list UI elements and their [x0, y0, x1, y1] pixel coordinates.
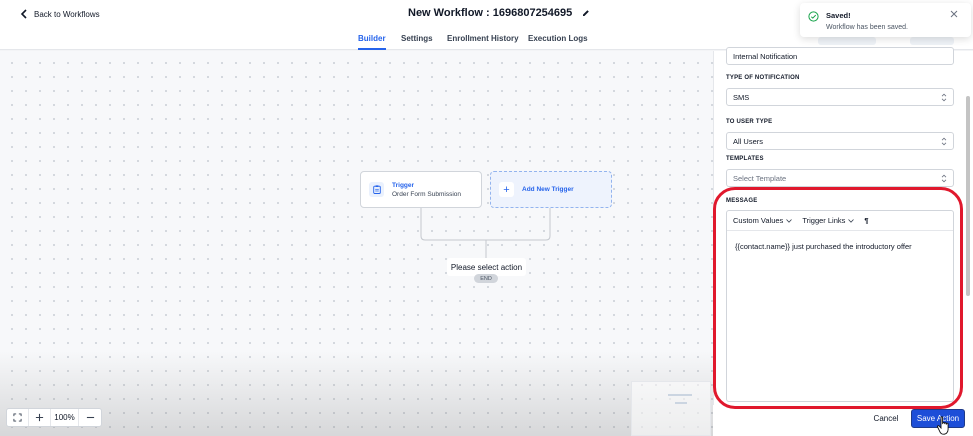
add-trigger-label: Add New Trigger [522, 186, 574, 193]
plus-icon: + [499, 182, 514, 197]
toast-title: Saved! [826, 11, 851, 20]
templates-label: TEMPLATES [726, 156, 764, 162]
custom-values-dropdown[interactable]: Custom Values [733, 216, 793, 225]
trigger-links-dropdown[interactable]: Trigger Links [802, 216, 855, 225]
fit-view-button[interactable] [7, 409, 29, 426]
workflow-canvas[interactable]: Trigger Order Form Submission + Add New … [0, 51, 713, 436]
trigger-links-label: Trigger Links [802, 216, 846, 225]
zoom-controls: 100% [6, 408, 102, 427]
tab-execution-logs[interactable]: Execution Logs [528, 34, 588, 48]
check-circle-icon [808, 11, 819, 22]
expand-icon [13, 413, 22, 422]
cancel-button[interactable]: Cancel [866, 410, 906, 427]
select-arrows-icon [941, 174, 947, 183]
back-to-workflows-link[interactable]: Back to Workflows [20, 9, 100, 19]
type-of-notification-value: SMS [733, 92, 750, 102]
message-editor[interactable]: Custom Values Trigger Links ¶ {{contact.… [726, 210, 954, 402]
plus-icon [35, 413, 44, 422]
zoom-level: 100% [51, 409, 79, 426]
zoom-in-button[interactable] [29, 409, 51, 426]
workflow-title-text: New Workflow : 1696807254695 [408, 7, 573, 19]
workflow-title: New Workflow : 1696807254695 [408, 7, 590, 19]
templates-placeholder: Select Template [733, 173, 787, 183]
saved-toast: Saved! Workflow has been saved. [800, 3, 971, 37]
pencil-edit-icon[interactable] [582, 9, 590, 17]
tab-builder[interactable]: Builder [358, 34, 386, 50]
faded-header-toggle [910, 37, 954, 45]
to-user-type-value: All Users [733, 136, 764, 146]
message-text[interactable]: {{contact.name}} just purchased the intr… [727, 231, 953, 262]
faded-header-control [818, 37, 876, 45]
hand-cursor-icon [937, 416, 949, 435]
paragraph-icon[interactable]: ¶ [864, 216, 868, 225]
message-toolbar: Custom Values Trigger Links ¶ [727, 211, 953, 231]
zoom-out-button[interactable] [79, 409, 101, 426]
canvas-overlay [0, 351, 713, 436]
toast-message: Workflow has been saved. [826, 24, 908, 31]
chevron-down-icon [786, 218, 793, 223]
to-user-type-label: TO USER TYPE [726, 119, 773, 125]
type-of-notification-label: TYPE OF NOTIFICATION [726, 75, 800, 81]
back-label: Back to Workflows [34, 9, 100, 19]
select-arrows-icon [941, 137, 947, 146]
trigger-node-title: Trigger [392, 181, 415, 189]
trigger-node-subtitle: Order Form Submission [392, 190, 461, 198]
action-name-input[interactable]: Internal Notification [726, 47, 954, 65]
templates-select[interactable]: Select Template [726, 169, 954, 187]
chevron-left-icon [20, 9, 27, 19]
type-of-notification-select[interactable]: SMS [726, 88, 954, 106]
select-arrows-icon [941, 93, 947, 102]
custom-values-label: Custom Values [733, 216, 784, 225]
close-icon[interactable] [950, 10, 958, 18]
chevron-down-icon [848, 218, 855, 223]
trigger-node[interactable]: Trigger Order Form Submission [360, 171, 482, 208]
end-badge: END [474, 274, 498, 283]
message-label: MESSAGE [726, 198, 758, 204]
clipboard-icon [369, 182, 384, 197]
panel-scrollbar[interactable] [966, 96, 970, 296]
minimap[interactable] [631, 381, 711, 436]
add-new-trigger-node[interactable]: + Add New Trigger [490, 171, 612, 208]
tab-enrollment-history[interactable]: Enrollment History [447, 34, 519, 48]
to-user-type-select[interactable]: All Users [726, 132, 954, 150]
minus-icon [86, 416, 94, 419]
tab-settings[interactable]: Settings [401, 34, 433, 48]
